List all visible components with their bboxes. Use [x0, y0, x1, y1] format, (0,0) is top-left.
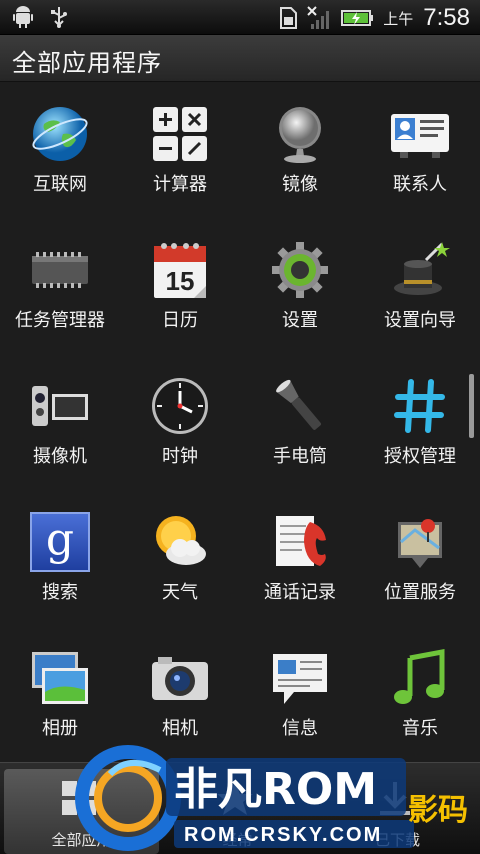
app-clock[interactable]: 时钟 [120, 354, 240, 474]
app-task-manager[interactable]: 任务管理器 [0, 218, 120, 338]
music-note-icon [394, 648, 445, 704]
app-music[interactable]: 音乐 [360, 626, 480, 746]
app-settings[interactable]: 设置 [240, 218, 360, 338]
gear-icon [272, 242, 328, 298]
clock-icon [152, 378, 208, 434]
app-label: 搜索 [42, 582, 78, 603]
app-label: 时钟 [162, 446, 198, 467]
app-label: 手电筒 [273, 446, 327, 467]
tab-downloaded[interactable]: 已下载 [320, 769, 475, 854]
app-setup-wizard[interactable]: 设置向导 [360, 218, 480, 338]
magic-hat-icon [394, 242, 450, 295]
scroll-indicator[interactable] [469, 374, 474, 438]
app-label: 音乐 [402, 718, 438, 739]
calculator-icon [153, 107, 207, 161]
gallery-icon [32, 652, 88, 704]
app-grid: 互联网 计算器 镜像 联系人 任务管理器 15 日历 设置 设置向导 摄像机 时… [0, 82, 480, 762]
app-label: 摄像机 [33, 446, 87, 467]
app-mirror[interactable]: 镜像 [240, 82, 360, 202]
contacts-card-icon [391, 114, 449, 158]
star-icon [217, 782, 253, 815]
app-label: 通话记录 [264, 582, 336, 603]
app-call-log[interactable]: 通话记录 [240, 490, 360, 610]
android-debug-icon [13, 6, 33, 28]
app-label: 联系人 [393, 174, 447, 195]
chip-icon [32, 252, 88, 288]
app-label: 镜像 [282, 174, 318, 195]
signal-off-icon [307, 6, 330, 29]
tab-label: 全部应用 [51, 831, 112, 849]
google-search-icon: g [30, 512, 90, 572]
app-internet[interactable]: 互联网 [0, 82, 120, 202]
clock-time: 7:58 [423, 4, 470, 31]
bottom-tab-bar: 全部应用 经常 已下载 [0, 762, 480, 854]
app-location[interactable]: 位置服务 [360, 490, 480, 610]
camcorder-icon [32, 386, 88, 426]
app-label: 相机 [162, 718, 198, 739]
app-messages[interactable]: 信息 [240, 626, 360, 746]
battery-charging-icon [341, 10, 374, 26]
calendar-icon: 15 [154, 243, 206, 298]
app-search[interactable]: g 搜索 [0, 490, 120, 610]
app-label: 授权管理 [384, 446, 456, 467]
tab-frequent[interactable]: 经常 [160, 769, 315, 854]
mirror-icon [279, 107, 321, 163]
app-label: 设置 [282, 310, 318, 331]
camera-icon [152, 657, 208, 700]
search-glyph: g [45, 514, 75, 565]
app-label: 任务管理器 [15, 310, 105, 331]
app-weather[interactable]: 天气 [120, 490, 240, 610]
title-bar: 全部应用程序 [0, 35, 480, 82]
app-label: 设置向导 [384, 310, 456, 331]
grid-icon [62, 781, 96, 815]
sim-card-icon [280, 7, 298, 29]
weather-icon [156, 516, 206, 565]
app-flashlight[interactable]: 手电筒 [240, 354, 360, 474]
app-calculator[interactable]: 计算器 [120, 82, 240, 202]
tab-label: 已下载 [374, 831, 420, 849]
app-label: 位置服务 [384, 582, 456, 603]
am-pm-label: 上午 [383, 9, 414, 28]
globe-icon [32, 107, 88, 161]
flashlight-icon [276, 379, 322, 430]
app-calendar[interactable]: 15 日历 [120, 218, 240, 338]
call-log-icon [276, 516, 326, 566]
message-icon [273, 654, 327, 704]
app-label: 信息 [282, 718, 318, 739]
app-contacts[interactable]: 联系人 [360, 82, 480, 202]
tab-label: 经常 [222, 831, 253, 849]
app-label: 相册 [42, 718, 78, 739]
status-bar: 上午 7:58 [0, 0, 480, 35]
download-icon [380, 782, 410, 815]
app-label: 计算器 [153, 174, 207, 195]
app-label: 互联网 [33, 174, 87, 195]
app-permission-manager[interactable]: 授权管理 [360, 354, 480, 474]
app-label: 天气 [162, 582, 198, 603]
app-gallery[interactable]: 相册 [0, 626, 120, 746]
app-camera[interactable]: 相机 [120, 626, 240, 746]
app-label: 日历 [162, 310, 198, 331]
app-camcorder[interactable]: 摄像机 [0, 354, 120, 474]
calendar-day: 15 [166, 266, 195, 296]
usb-icon [51, 7, 67, 28]
page-title: 全部应用程序 [12, 49, 162, 77]
hash-icon [394, 379, 445, 433]
tab-all-apps[interactable]: 全部应用 [4, 769, 159, 854]
map-pin-icon [398, 519, 442, 568]
